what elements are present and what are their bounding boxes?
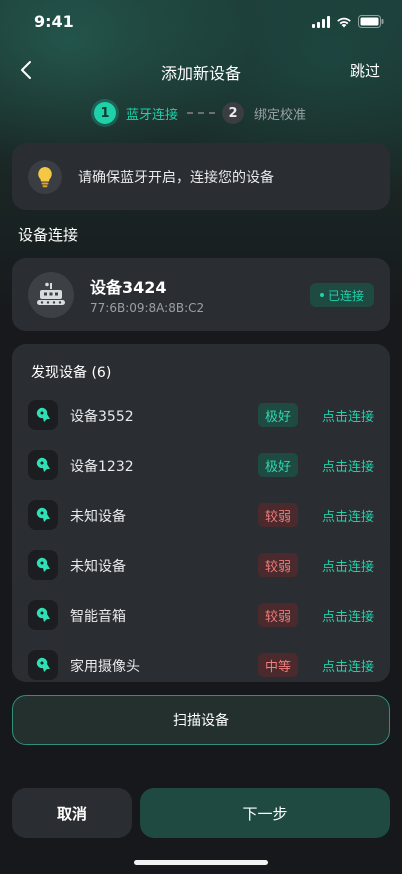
connected-status-badge: 已连接: [309, 283, 374, 307]
connect-button[interactable]: 点击连接: [322, 556, 374, 575]
found-devices-list[interactable]: 发现设备 (6) 设备3552 极好 点击连接 设备1232 极好 点击连接 未…: [12, 344, 390, 682]
signal-badge: 较弱: [258, 553, 299, 577]
bluetooth-device-icon: [28, 450, 58, 480]
connect-button[interactable]: 点击连接: [322, 406, 374, 425]
signal-badge: 中等: [258, 653, 299, 677]
lightbulb-icon: [28, 160, 62, 194]
connected-status-text: 已连接: [327, 288, 364, 303]
status-time: 9:41: [34, 12, 74, 31]
signal-badge: 极好: [258, 453, 299, 477]
device-row[interactable]: 未知设备 较弱 点击连接: [12, 494, 390, 544]
scan-devices-button[interactable]: 扫描设备: [12, 695, 390, 745]
connected-device-card[interactable]: 设备3424 77:6B:09:8A:8B:C2 已连接: [12, 258, 390, 331]
bluetooth-device-icon: [28, 500, 58, 530]
device-row[interactable]: 未知设备 较弱 点击连接: [12, 544, 390, 594]
device-row[interactable]: 智能音箱 较弱 点击连接: [12, 594, 390, 644]
page-title: 添加新设备: [160, 64, 241, 83]
connect-button[interactable]: 点击连接: [322, 606, 374, 625]
step-2-dot: 2: [222, 102, 244, 124]
step-indicator: 1 蓝牙连接 2 绑定校准: [0, 100, 402, 126]
step-1-label: 蓝牙连接: [126, 108, 179, 123]
signal-icon: [312, 15, 330, 28]
connect-button[interactable]: 点击连接: [322, 506, 374, 525]
skip-button[interactable]: 跳过: [350, 60, 380, 81]
status-bar: 9:41: [0, 0, 402, 44]
bluetooth-device-icon: [28, 600, 58, 630]
bluetooth-device-icon: [28, 650, 58, 680]
step-2-label: 绑定校准: [254, 108, 307, 123]
connect-button[interactable]: 点击连接: [322, 456, 374, 475]
next-step-button[interactable]: 下一步: [140, 788, 390, 838]
connect-button[interactable]: 点击连接: [322, 656, 374, 675]
device-row[interactable]: 家用摄像头 中等 点击连接: [12, 644, 390, 682]
cancel-button[interactable]: 取消: [12, 788, 132, 838]
signal-badge: 极好: [258, 403, 299, 427]
bluetooth-tip: 请确保蓝牙开启，连接您的设备: [12, 143, 390, 210]
connected-device-mac: 77:6B:09:8A:8B:C2: [90, 301, 205, 315]
device-name: 设备3552: [70, 409, 134, 425]
bluetooth-device-icon: [28, 400, 58, 430]
connected-device-name: 设备3424: [90, 278, 167, 297]
navbar: 添加新设备 跳过: [0, 52, 402, 88]
device-name: 未知设备: [70, 509, 126, 525]
found-devices-header: 发现设备 (6): [31, 365, 112, 381]
wifi-icon: [337, 17, 351, 27]
device-robot-icon: [28, 272, 74, 318]
device-name: 家用摄像头: [70, 659, 140, 675]
step-connector: [187, 112, 215, 114]
battery-icon: [358, 15, 384, 28]
step-1-dot: 1: [94, 102, 116, 124]
home-indicator: [134, 860, 268, 865]
device-row[interactable]: 设备1232 极好 点击连接: [12, 444, 390, 494]
bluetooth-device-icon: [28, 550, 58, 580]
status-icons: [312, 15, 384, 28]
signal-badge: 较弱: [258, 603, 299, 627]
device-row[interactable]: 设备3552 极好 点击连接: [12, 394, 390, 444]
section-title-device-connection: 设备连接: [18, 226, 79, 244]
signal-badge: 较弱: [258, 503, 299, 527]
status-dot-icon: [319, 293, 324, 297]
tip-text: 请确保蓝牙开启，连接您的设备: [78, 170, 274, 186]
device-name: 未知设备: [70, 559, 126, 575]
device-name: 智能音箱: [70, 609, 126, 625]
device-name: 设备1232: [70, 459, 134, 475]
